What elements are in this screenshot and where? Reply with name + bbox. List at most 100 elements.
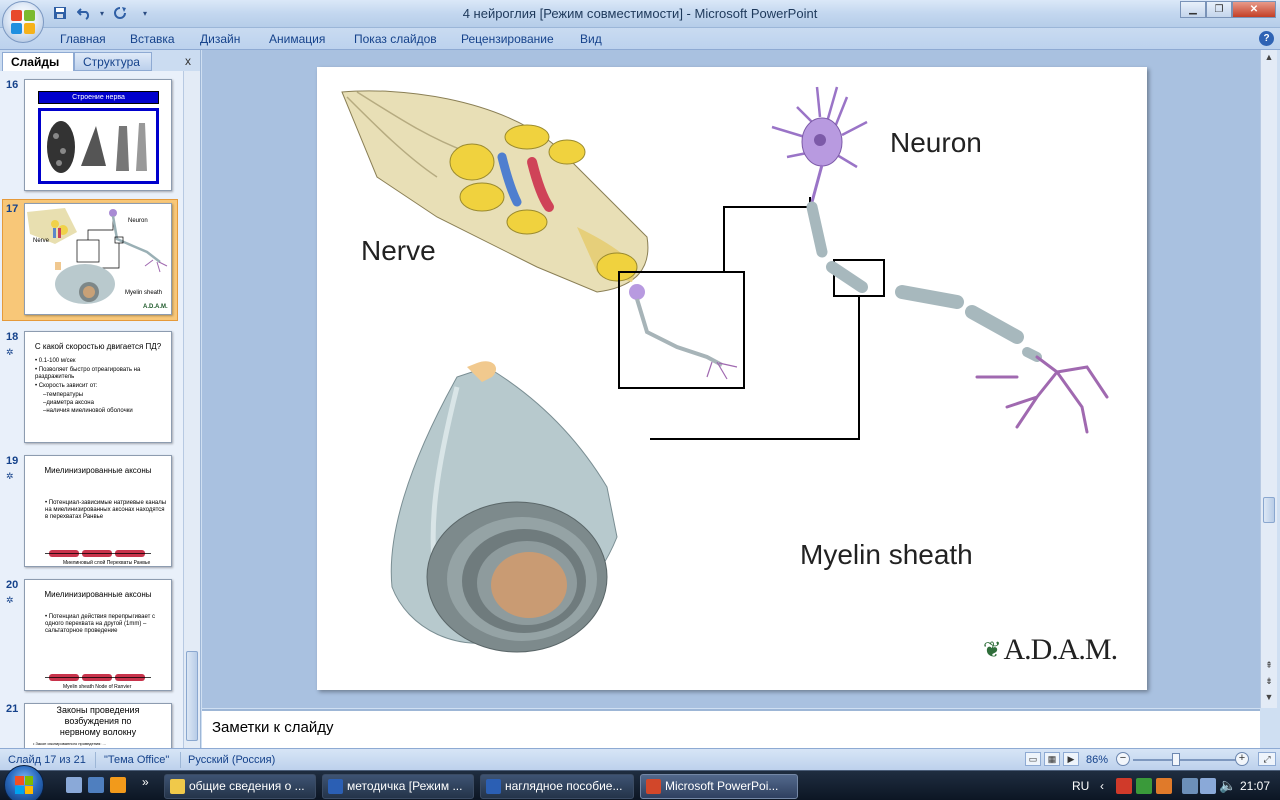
window-title: 4 нейроглия [Режим совместимости] - Micr… [462, 6, 818, 21]
restore-icon[interactable]: ❐ [1206, 1, 1232, 18]
mini-label-myelin: Myelin sheath [125, 290, 163, 296]
show-desktop-icon[interactable] [66, 777, 82, 793]
scrollbar-thumb[interactable] [1263, 497, 1275, 523]
word-icon [328, 779, 343, 794]
notes-pane[interactable]: Заметки к слайду [202, 709, 1260, 748]
panel-tabs: Слайды Структура x [0, 50, 201, 71]
zoom-level[interactable]: 86% [1086, 754, 1108, 766]
separator [180, 752, 181, 768]
label-nerve: Nerve [361, 235, 436, 266]
mini-label-neuron: Neuron [128, 218, 148, 224]
slide-thumb-17[interactable]: 17 Neuron Nerve Myelin sheath A.D.A.M. [0, 199, 183, 323]
scroll-up-icon[interactable]: ▲ [1263, 52, 1275, 64]
slide-thumb-21[interactable]: 21 Законы проведения возбуждения по нерв… [0, 699, 183, 748]
word-icon [486, 779, 501, 794]
slide-sorter-icon[interactable]: ▦ [1044, 752, 1060, 766]
slide-preview: Законы проведения возбуждения по нервном… [24, 703, 172, 748]
tab-slideshow[interactable]: Показ слайдов [354, 32, 437, 46]
tab-design[interactable]: Дизайн [200, 32, 240, 46]
slide-18-bullet-2: • Позволяет быстро отреагировать на разд… [35, 367, 141, 380]
adam-logo-text: A.D.A.M. [1003, 633, 1118, 666]
zoom-in-icon[interactable]: + [1235, 752, 1249, 766]
slide-18-sub-2: –диаметра аксона [43, 400, 94, 406]
bullet-text: 0.1-100 м/сек [38, 358, 76, 364]
label-myelin-sheath: Myelin sheath [800, 539, 973, 570]
title-bar: ▾ ▾ 4 нейроглия [Режим совместимости] - … [0, 0, 1280, 43]
mini-label-nerve: Nerve [33, 238, 50, 244]
start-button[interactable] [4, 765, 44, 800]
scrollbar-thumb[interactable] [186, 651, 198, 741]
scroll-down-icon[interactable]: ▼ [1263, 692, 1275, 704]
language-status[interactable]: Русский (Россия) [188, 754, 275, 766]
safely-remove-icon[interactable] [1182, 778, 1198, 794]
slide-19-bullet-1: • Потенциал-зависимые натриевые каналы н… [45, 500, 167, 520]
clock[interactable]: 21:07 [1240, 779, 1270, 793]
tray-expand-icon[interactable]: ‹ [1100, 779, 1104, 793]
animation-star-icon: ✲ [6, 595, 14, 605]
slide-number: 17 [6, 203, 19, 215]
tab-view[interactable]: Вид [580, 32, 602, 46]
tab-review[interactable]: Рецензирование [461, 32, 554, 46]
slide-thumb-16[interactable]: 16 Строение нерва [0, 75, 183, 195]
zoom-out-icon[interactable]: − [1116, 752, 1130, 766]
antivirus-icon[interactable] [1116, 778, 1132, 794]
volume-icon[interactable]: 🔈 [1219, 777, 1236, 794]
network-icon[interactable] [1200, 778, 1216, 794]
taskbar-item-folder[interactable]: общие сведения о ... [164, 774, 316, 799]
slide-thumbnails: 16 Строение нерва 17 Neuron Nerve Myelin… [0, 71, 183, 748]
slide-preview: Строение нерва [24, 79, 172, 191]
slide-number: 21 [6, 703, 19, 715]
tab-home[interactable]: Главная [60, 32, 106, 46]
windows-logo-icon [15, 776, 33, 794]
tab-slides[interactable]: Слайды [2, 52, 74, 71]
tab-insert[interactable]: Вставка [130, 32, 175, 46]
close-icon[interactable]: ✕ [1232, 1, 1276, 18]
tab-outline[interactable]: Структура [74, 52, 152, 71]
theme-name[interactable]: "Тема Office" [104, 754, 169, 766]
folder-icon [170, 779, 185, 794]
editor-scrollbar[interactable]: ▲ ⇞ ⇟ ▼ [1260, 50, 1277, 708]
slideshow-icon[interactable]: ▶ [1063, 752, 1079, 766]
slide-thumb-18[interactable]: 18 ✲ С какой скоростью двигается ПД? • 0… [0, 327, 183, 447]
office-button[interactable] [2, 1, 44, 43]
slide-20-bullet-1: • Потенциал действия перепрыгивает с одн… [45, 614, 156, 634]
label-neuron: Neuron [890, 127, 982, 158]
tray-app-icon[interactable] [1136, 778, 1152, 794]
slide-18-bullet-3: • Скорость зависит от: [35, 383, 98, 389]
slides-scrollbar[interactable] [183, 71, 200, 748]
taskbar-item-powerpoint[interactable]: Microsoft PowerPoi... [640, 774, 798, 799]
slide-preview: С какой скоростью двигается ПД? • 0.1-10… [24, 331, 172, 443]
slide-17-mini-diagram [27, 208, 168, 304]
previous-slide-icon[interactable]: ⇞ [1263, 660, 1275, 672]
slide-thumb-19[interactable]: 19 ✲ Миелинизированные аксоны • Потенциа… [0, 451, 183, 571]
bullet-text: Закон изолированного проведения: ... [35, 741, 106, 746]
slide-number: 20 [6, 579, 19, 591]
powerpoint-icon [646, 779, 661, 794]
leaf-icon: ❦ [983, 637, 1002, 662]
minimize-icon[interactable]: ▁ [1180, 1, 1206, 18]
quicklaunch-more-icon[interactable]: » [142, 775, 149, 789]
help-icon[interactable]: ? [1259, 31, 1274, 46]
language-indicator[interactable]: RU [1072, 779, 1089, 793]
fit-slide-icon[interactable]: ⤢ [1258, 752, 1276, 766]
zoom-slider[interactable] [1133, 759, 1237, 761]
switch-windows-icon[interactable] [88, 777, 104, 793]
tab-animation[interactable]: Анимация [269, 32, 325, 46]
tray-app-icon[interactable] [1156, 778, 1172, 794]
slide-thumb-20[interactable]: 20 ✲ Миелинизированные аксоны • Потенциа… [0, 575, 183, 695]
media-player-icon[interactable] [110, 777, 126, 793]
normal-view-icon[interactable]: ▭ [1025, 752, 1041, 766]
slide-preview: Миелинизированные аксоны • Потенциал-зав… [24, 455, 172, 567]
slide-number: 18 [6, 331, 19, 343]
slide-20-caption: Myelin sheath Node of Ranvier [63, 684, 132, 690]
next-slide-icon[interactable]: ⇟ [1263, 676, 1275, 688]
main-slide[interactable]: Nerve Neuron Myelin sheath ❦ A.D.A.M. [317, 67, 1147, 690]
taskbar-item-word-1[interactable]: методичка [Режим ... [322, 774, 474, 799]
panel-close-icon[interactable]: x [185, 54, 191, 68]
zoom-slider-thumb[interactable] [1172, 753, 1180, 766]
slide-counter: Слайд 17 из 21 [8, 754, 86, 766]
bullet-text: Позволяет быстро отреагировать на раздра… [35, 367, 141, 380]
status-bar: Слайд 17 из 21 "Тема Office" Русский (Ро… [0, 748, 1280, 770]
slide-preview: Neuron Nerve Myelin sheath A.D.A.M. [24, 203, 172, 315]
taskbar-item-word-2[interactable]: наглядное пособие... [480, 774, 634, 799]
